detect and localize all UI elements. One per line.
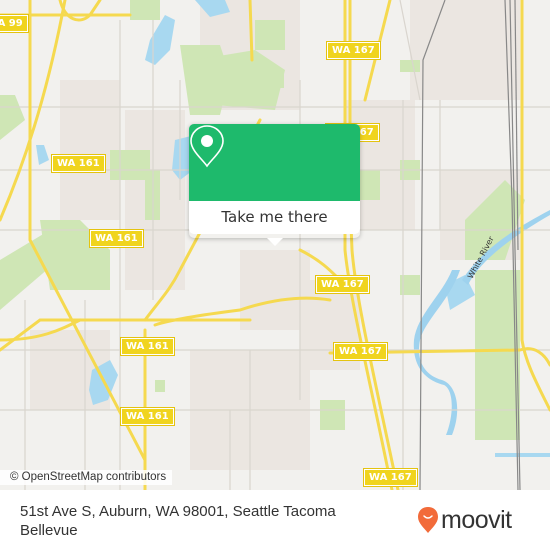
moovit-logo[interactable]: moovit <box>417 506 512 534</box>
highway-shield-wa161: WA 161 <box>120 337 175 356</box>
map-pin-icon <box>190 125 224 168</box>
highway-shield-wa161: WA 161 <box>51 154 106 173</box>
footer: 51st Ave S, Auburn, WA 98001, Seattle Ta… <box>0 490 550 550</box>
take-me-there-button[interactable]: Take me there <box>189 201 360 234</box>
map-view[interactable]: WA 99 WA 161 WA 161 WA 161 WA 161 WA 167… <box>0 0 550 490</box>
highway-shield-wa161: WA 161 <box>120 407 175 426</box>
highway-shield-wa161: WA 161 <box>89 229 144 248</box>
highway-shield-wa99: WA 99 <box>0 14 29 33</box>
location-popup: Take me there <box>189 124 360 246</box>
moovit-wordmark: moovit <box>441 505 512 534</box>
highway-shield-wa167: WA 167 <box>315 275 370 294</box>
highway-shield-wa167: WA 167 <box>326 41 381 60</box>
map-attribution[interactable]: © OpenStreetMap contributors <box>0 470 173 485</box>
popup-pointer <box>267 238 283 246</box>
moovit-pin-icon <box>418 507 438 533</box>
highway-shield-wa167: WA 167 <box>333 342 388 361</box>
popup-header <box>189 124 360 201</box>
address-text: 51st Ave S, Auburn, WA 98001, Seattle Ta… <box>20 503 336 539</box>
highway-shield-wa167: WA 167 <box>363 468 418 487</box>
